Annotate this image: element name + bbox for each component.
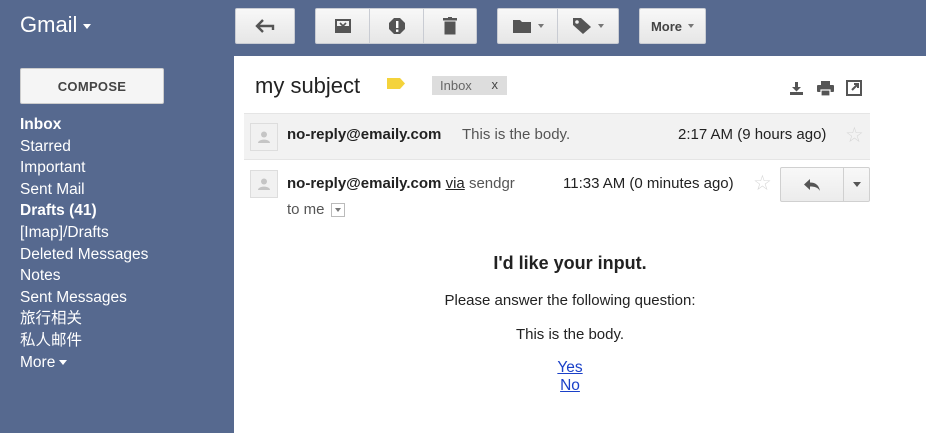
sidebar-item-deleted-messages[interactable]: Deleted Messages [20,244,148,266]
remove-label-button[interactable]: x [492,77,499,92]
delete-button[interactable] [424,9,476,43]
action-button-group [315,8,477,44]
sidebar-item-starred[interactable]: Starred [20,136,148,158]
sidebar-more-label: More [20,353,56,371]
sidebar-item-inbox[interactable]: Inbox [20,114,148,136]
collapsed-message[interactable]: no-reply@emaily.com This is the body. 2:… [244,113,870,160]
sidebar-item-important[interactable]: Important [20,157,148,179]
organize-button-group [497,8,619,44]
message-time: 2:17 AM (9 hours ago) [678,126,827,143]
sidebar-item-imap-drafts[interactable]: [Imap]/Drafts [20,222,148,244]
sidebar-item-travel[interactable]: 旅行相关 [20,308,148,330]
back-button[interactable] [235,8,295,44]
answer-yes-link[interactable]: Yes [557,359,582,376]
folder-icon [512,20,531,33]
thread-subject: my subject [255,73,361,98]
person-icon [258,131,270,143]
star-icon[interactable]: ☆ [753,173,772,194]
avatar [250,170,278,198]
sidebar-item-drafts[interactable]: Drafts (41) [20,200,148,222]
sidebar-item-notes[interactable]: Notes [20,265,148,287]
expanded-message-sender-line: no-reply@emaily.com via sendgr [287,175,515,192]
chevron-down-icon [688,24,695,28]
gmail-window: Gmail More COMPOSE Inbox Starred Importa… [0,0,926,433]
chevron-down-icon [537,24,544,28]
label-chip-inbox: Inbox x [432,76,507,95]
archive-icon [334,19,351,33]
label-tag-icon [573,18,591,34]
chevron-down-icon [334,207,341,212]
report-spam-icon [388,18,405,34]
sidebar-item-personal-mail[interactable]: 私人邮件 [20,330,148,352]
more-button[interactable]: More [639,8,706,44]
message-view: my subject Inbox x no-reply@emaily.com T… [234,56,926,433]
avatar [250,123,278,151]
print-all-button[interactable] [816,79,834,97]
recipient-line: to me [287,201,345,218]
answer-yes-link-row: Yes [234,359,906,377]
archive-button[interactable] [316,9,370,43]
sidebar-item-sent-mail[interactable]: Sent Mail [20,179,148,201]
reply-arrow-icon [804,178,820,191]
new-window-button[interactable] [845,79,863,97]
email-heading: I'd like your input. [493,253,647,273]
email-question: This is the body. [515,326,625,343]
answer-no-link[interactable]: No [560,377,580,394]
move-to-button[interactable] [498,9,558,43]
sidebar: COMPOSE Inbox Starred Important Sent Mai… [0,56,234,433]
sidebar-more-toggle[interactable]: More [20,352,148,374]
message-sender[interactable]: no-reply@emaily.com [287,175,441,192]
message-snippet: This is the body. [462,126,571,143]
message-time: 11:33 AM (0 minutes ago) [563,175,734,192]
folder-list: Inbox Starred Important Sent Mail Drafts… [20,114,148,373]
chevron-down-icon [83,24,92,29]
print-icon [816,80,834,96]
gmail-app-switcher[interactable]: Gmail [20,12,92,38]
app-name: Gmail [20,12,78,37]
importance-marker[interactable] [386,77,406,95]
chevron-down-icon [852,182,861,187]
back-arrow-icon [255,19,275,33]
via-link[interactable]: via [446,175,465,192]
report-spam-button[interactable] [370,9,424,43]
star-icon[interactable]: ☆ [845,125,864,146]
show-details-button[interactable] [330,202,345,217]
expand-all-icon [789,81,803,95]
message-sender: no-reply@emaily.com [287,126,442,143]
reply-options-button[interactable] [844,168,869,201]
via-domain: sendgr [468,175,515,192]
top-bar: Gmail More [0,0,926,56]
reply-button-group [780,167,870,202]
compose-button[interactable]: COMPOSE [20,68,164,104]
labels-button[interactable] [558,9,618,43]
email-prompt: Please answer the following question: [444,292,696,309]
answer-no-link-row: No [234,377,906,395]
sidebar-item-sent-messages[interactable]: Sent Messages [20,287,148,309]
recipient-text: to me [287,201,325,218]
chevron-down-icon [598,24,604,28]
reply-button[interactable] [781,168,844,201]
importance-tag-icon [387,78,405,89]
more-button-label: More [650,18,683,34]
open-in-new-window-icon [846,80,862,96]
label-chip-text: Inbox [440,78,472,93]
expand-all-button[interactable] [787,79,805,97]
person-icon [258,178,270,190]
trash-icon [443,17,457,35]
chevron-down-icon [59,359,68,365]
